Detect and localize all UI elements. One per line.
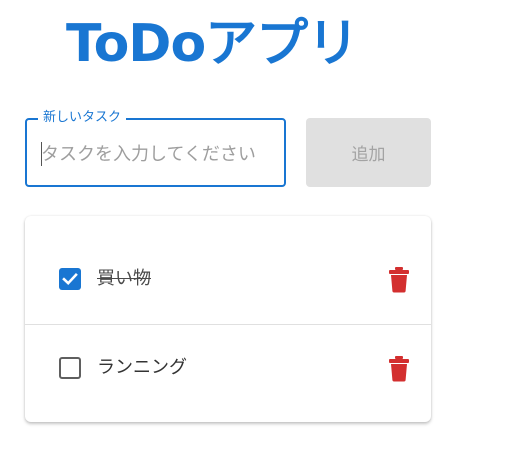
todo-item: ランニング — [25, 319, 431, 421]
todo-item: 買い物 — [25, 222, 431, 325]
trash-icon[interactable] — [387, 265, 411, 293]
checkbox-unchecked-icon[interactable] — [59, 357, 81, 379]
new-task-field[interactable]: 新しいタスク — [25, 109, 286, 187]
todo-list: 買い物 ランニング — [25, 216, 431, 422]
add-button[interactable]: 追加 — [306, 118, 431, 187]
new-task-input[interactable] — [41, 141, 281, 167]
todo-item-label: ランニング — [97, 357, 187, 378]
app-title: ToDoアプリ — [66, 14, 359, 74]
checkbox-checked-icon[interactable] — [59, 268, 81, 290]
new-task-label: 新しいタスク — [38, 109, 127, 127]
trash-icon[interactable] — [387, 354, 411, 382]
text-caret — [41, 142, 42, 166]
todo-item-label: 買い物 — [97, 268, 151, 289]
